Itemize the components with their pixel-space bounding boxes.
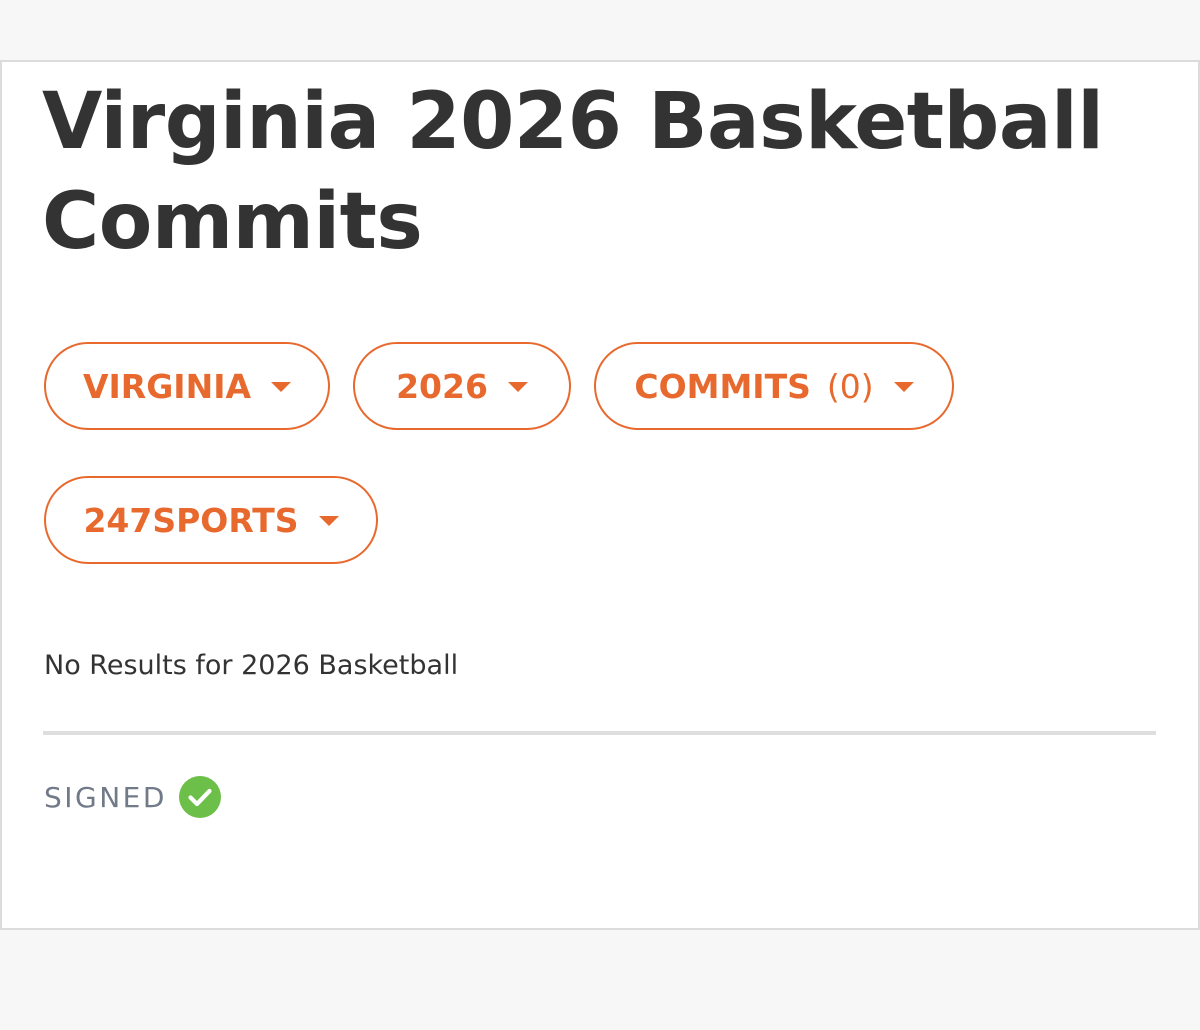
type-filter-dropdown[interactable]: COMMITS (0)	[594, 342, 954, 430]
source-filter-dropdown[interactable]: 247SPORTS	[44, 476, 378, 564]
team-filter-label: VIRGINIA	[82, 366, 252, 406]
signed-legend: SIGNED	[44, 776, 221, 818]
signed-label: SIGNED	[44, 780, 167, 814]
type-filter-count: (0)	[826, 366, 874, 406]
caret-down-icon	[318, 516, 339, 526]
caret-down-icon	[507, 382, 528, 392]
year-filter-dropdown[interactable]: 2026	[353, 342, 571, 430]
source-filter-label: 247SPORTS	[83, 500, 299, 540]
type-filter-label: COMMITS	[634, 366, 811, 406]
page-title: Virginia 2026 Basketball Commits	[42, 77, 1104, 267]
caret-down-icon	[893, 382, 914, 392]
no-results-message: No Results for 2026 Basketball	[44, 650, 459, 681]
team-filter-dropdown[interactable]: VIRGINIA	[44, 342, 330, 430]
caret-down-icon	[271, 382, 292, 392]
divider	[43, 731, 1156, 735]
year-filter-label: 2026	[396, 366, 488, 406]
check-circle-icon	[178, 776, 221, 818]
